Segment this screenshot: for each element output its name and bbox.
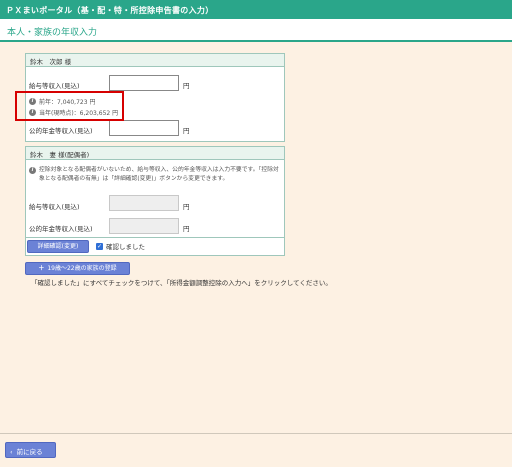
- pension-input-disabled: [109, 218, 179, 234]
- bottom-bar: [0, 433, 512, 467]
- confirm-label: 確認しました: [106, 243, 145, 251]
- info-icon: i: [29, 167, 36, 174]
- salary-input-disabled: [109, 195, 179, 211]
- app-header: ＰＸまいポータル（基・配・特・所控除申告書の入力）: [0, 0, 512, 19]
- page-title: 本人・家族の年収入力: [7, 28, 98, 38]
- add-family-label: 19歳～22歳の家族の登録: [47, 265, 117, 272]
- yen-unit: 円: [183, 225, 190, 233]
- detail-confirm-label: 詳細確認(変更): [37, 243, 79, 250]
- spouse-note: i 控除対象となる配偶者がいないため、給与等収入、公的年金等収入は入力不要です。…: [29, 166, 283, 184]
- back-button[interactable]: ‹ 前に戻る: [5, 442, 56, 458]
- spouse-note-text: 控除対象となる配偶者がいないため、給与等収入、公的年金等収入は入力不要です。「控…: [39, 167, 279, 182]
- highlight-box: [15, 91, 124, 121]
- pension-label: 公的年金等収入(見込): [29, 225, 93, 233]
- confirm-checkbox[interactable]: ✓ 確認しました: [96, 241, 145, 251]
- person-name: 鈴木 妻 様(配偶者): [26, 147, 284, 160]
- instruction-text: 「確認しました」にすべてチェックをつけて、「所得金額調整控除の入力へ」をクリック…: [31, 279, 332, 287]
- detail-confirm-button[interactable]: 詳細確認(変更): [27, 240, 89, 253]
- plus-icon: ＋: [38, 265, 45, 272]
- back-label: 前に戻る: [16, 448, 43, 456]
- chevron-left-icon: ‹: [10, 448, 13, 456]
- salary-label: 給与等収入(見込): [29, 203, 80, 211]
- salary-input[interactable]: [109, 75, 179, 91]
- checkbox-checked-icon[interactable]: ✓: [96, 242, 103, 250]
- yen-unit: 円: [183, 127, 190, 135]
- pension-label: 公的年金等収入(見込): [29, 127, 93, 135]
- salary-label: 給与等収入(見込): [29, 82, 80, 90]
- person-name: 鈴木 次郎 様: [26, 54, 284, 67]
- person-panel-spouse: 鈴木 妻 様(配偶者) i 控除対象となる配偶者がいないため、給与等収入、公的年…: [25, 146, 285, 238]
- pension-input[interactable]: [109, 120, 179, 136]
- page-header: 本人・家族の年収入力: [0, 19, 512, 42]
- add-family-button[interactable]: ＋ 19歳～22歳の家族の登録: [25, 262, 130, 275]
- app-title: ＰＸまいポータル（基・配・特・所控除申告書の入力）: [6, 6, 214, 15]
- yen-unit: 円: [183, 203, 190, 211]
- yen-unit: 円: [183, 82, 190, 90]
